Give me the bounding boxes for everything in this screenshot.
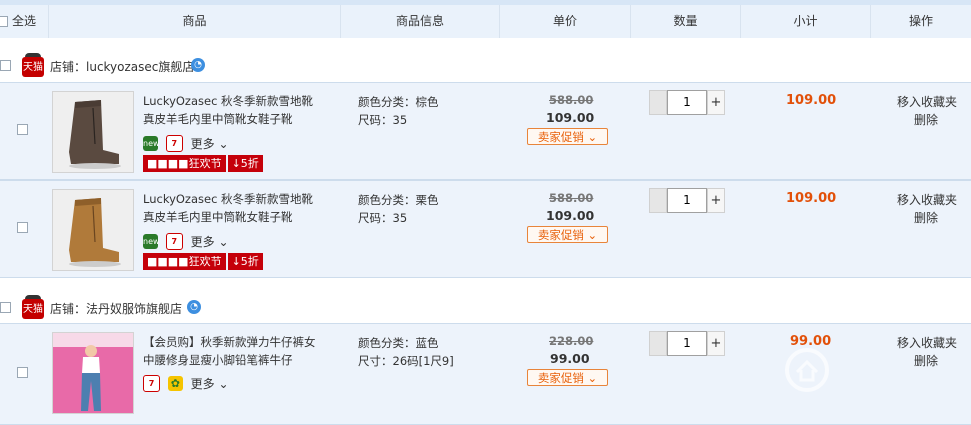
sale-price: 109.00: [546, 110, 595, 125]
service-icons: new 7 更多 ⌄: [143, 135, 229, 152]
tmall-badge-icon: 天猫: [22, 295, 44, 319]
chevron-down-icon: ⌄: [587, 371, 598, 385]
product-title[interactable]: 【会员购】秋季新款弹力牛仔裤女中腰修身显瘦小脚铅笔裤牛仔: [143, 333, 321, 369]
seller-promo-dropdown[interactable]: 卖家促销 ⌄: [527, 369, 608, 386]
col-ops: 操作: [908, 14, 933, 28]
product-thumbnail[interactable]: [52, 189, 134, 271]
item-subtotal: 109.00: [786, 93, 837, 108]
promo-tags: ■■■■狂欢节 ↓5折: [143, 253, 263, 270]
sku-color: 颜色分类：栗色: [358, 193, 439, 207]
item-checkbox[interactable]: [17, 222, 28, 233]
original-price: 588.00: [549, 191, 594, 205]
qty-increase-button[interactable]: +: [707, 188, 725, 213]
new-icon: new: [143, 234, 160, 249]
sku-info: 颜色分类：栗色 尺码：35: [358, 191, 439, 227]
more-services-link[interactable]: 更多 ⌄: [191, 233, 229, 250]
shop-row: 天猫 店铺：luckyozasec旗舰店 ◔: [0, 45, 971, 85]
quantity-stepper: 1 +: [649, 188, 725, 213]
seller-promo-dropdown[interactable]: 卖家促销 ⌄: [527, 128, 608, 145]
new-icon: new: [143, 136, 160, 151]
shop-row: 天猫 店铺：法丹奴服饰旗舰店 ◔: [0, 287, 971, 327]
quantity-stepper: 1 +: [649, 331, 725, 356]
cart-item: LuckyOzasec 秋冬季新款雪地靴真皮羊毛内里中筒靴女鞋子靴 new 7 …: [0, 82, 971, 180]
sku-size: 尺码：35: [358, 113, 408, 127]
sale-price: 109.00: [546, 208, 595, 223]
original-price: 228.00: [549, 334, 594, 348]
discount-tag: ↓5折: [227, 155, 263, 172]
item-ops: 移入收藏夹 删除: [897, 93, 957, 129]
sku-size: 尺码：35: [358, 211, 408, 225]
item-checkbox[interactable]: [17, 367, 28, 378]
original-price: 588.00: [549, 93, 594, 107]
chevron-down-icon: ⌄: [587, 130, 598, 144]
col-price: 单价: [500, 5, 631, 38]
flower-icon: ✿: [167, 376, 183, 391]
sku-info: 颜色分类：蓝色 尺寸：26码[1尺9]: [358, 334, 454, 370]
select-all-label[interactable]: 全选: [0, 5, 48, 38]
qty-input[interactable]: 1: [667, 90, 707, 115]
col-goods: 商品: [48, 5, 341, 38]
move-to-favorites-link[interactable]: 移入收藏夹: [897, 93, 957, 111]
seller-promo-dropdown[interactable]: 卖家促销 ⌄: [527, 226, 608, 243]
sku-color: 颜色分类：棕色: [358, 95, 439, 109]
delete-link[interactable]: 删除: [897, 209, 957, 227]
service-icons: new 7 更多 ⌄: [143, 233, 229, 250]
promo-tags: ■■■■狂欢节 ↓5折: [143, 155, 263, 172]
seven-day-return-icon: 7: [143, 375, 160, 392]
discount-tag: ↓5折: [227, 253, 263, 270]
delete-link[interactable]: 删除: [897, 111, 957, 129]
shop-checkbox[interactable]: [0, 302, 11, 313]
product-thumbnail[interactable]: [52, 332, 134, 414]
sale-price: 99.00: [550, 351, 590, 366]
wangwang-chat-icon[interactable]: ◔: [187, 300, 201, 314]
qty-increase-button[interactable]: +: [707, 331, 725, 356]
cart-item: LuckyOzasec 秋冬季新款雪地靴真皮羊毛内里中筒靴女鞋子靴 new 7 …: [0, 180, 971, 278]
qty-input[interactable]: 1: [667, 331, 707, 356]
service-icons: 7 ✿ 更多 ⌄: [143, 375, 229, 392]
more-services-link[interactable]: 更多 ⌄: [191, 375, 229, 392]
shop-checkbox[interactable]: [0, 60, 11, 71]
item-ops: 移入收藏夹 删除: [897, 191, 957, 227]
cart-header: 全选 商品 商品信息 单价 数量 小计 操作: [0, 0, 971, 38]
sku-info: 颜色分类：棕色 尺码：35: [358, 93, 439, 129]
festival-tag: ■■■■狂欢节: [143, 155, 226, 172]
qty-increase-button[interactable]: +: [707, 90, 725, 115]
product-title[interactable]: LuckyOzasec 秋冬季新款雪地靴真皮羊毛内里中筒靴女鞋子靴: [143, 190, 321, 226]
qty-decrease-button[interactable]: [649, 331, 667, 356]
sku-color: 颜色分类：蓝色: [358, 336, 439, 350]
move-to-favorites-link[interactable]: 移入收藏夹: [897, 191, 957, 209]
item-checkbox[interactable]: [17, 124, 28, 135]
product-title[interactable]: LuckyOzasec 秋冬季新款雪地靴真皮羊毛内里中筒靴女鞋子靴: [143, 92, 321, 128]
qty-decrease-button[interactable]: [649, 90, 667, 115]
festival-tag: ■■■■狂欢节: [143, 253, 226, 270]
qty-decrease-button[interactable]: [649, 188, 667, 213]
quantity-stepper: 1 +: [649, 90, 725, 115]
col-subtotal: 小计: [741, 5, 871, 38]
wangwang-chat-icon[interactable]: ◔: [191, 58, 205, 72]
seven-day-return-icon: 7: [165, 135, 183, 152]
chevron-down-icon: ⌄: [587, 228, 598, 242]
col-qty: 数量: [631, 5, 741, 38]
sku-size: 尺寸：26码[1尺9]: [358, 354, 454, 368]
product-thumbnail[interactable]: [52, 91, 134, 173]
qty-input[interactable]: 1: [667, 188, 707, 213]
seven-day-return-icon: 7: [165, 233, 183, 250]
shop-name[interactable]: 店铺：法丹奴服饰旗舰店: [50, 300, 182, 317]
col-info: 商品信息: [341, 5, 500, 38]
item-subtotal: 109.00: [786, 191, 837, 206]
tmall-badge-icon: 天猫: [22, 53, 44, 77]
shop-name[interactable]: 店铺：luckyozasec旗舰店: [50, 58, 194, 75]
more-services-link[interactable]: 更多 ⌄: [191, 135, 229, 152]
watermark-logo: [785, 340, 955, 400]
